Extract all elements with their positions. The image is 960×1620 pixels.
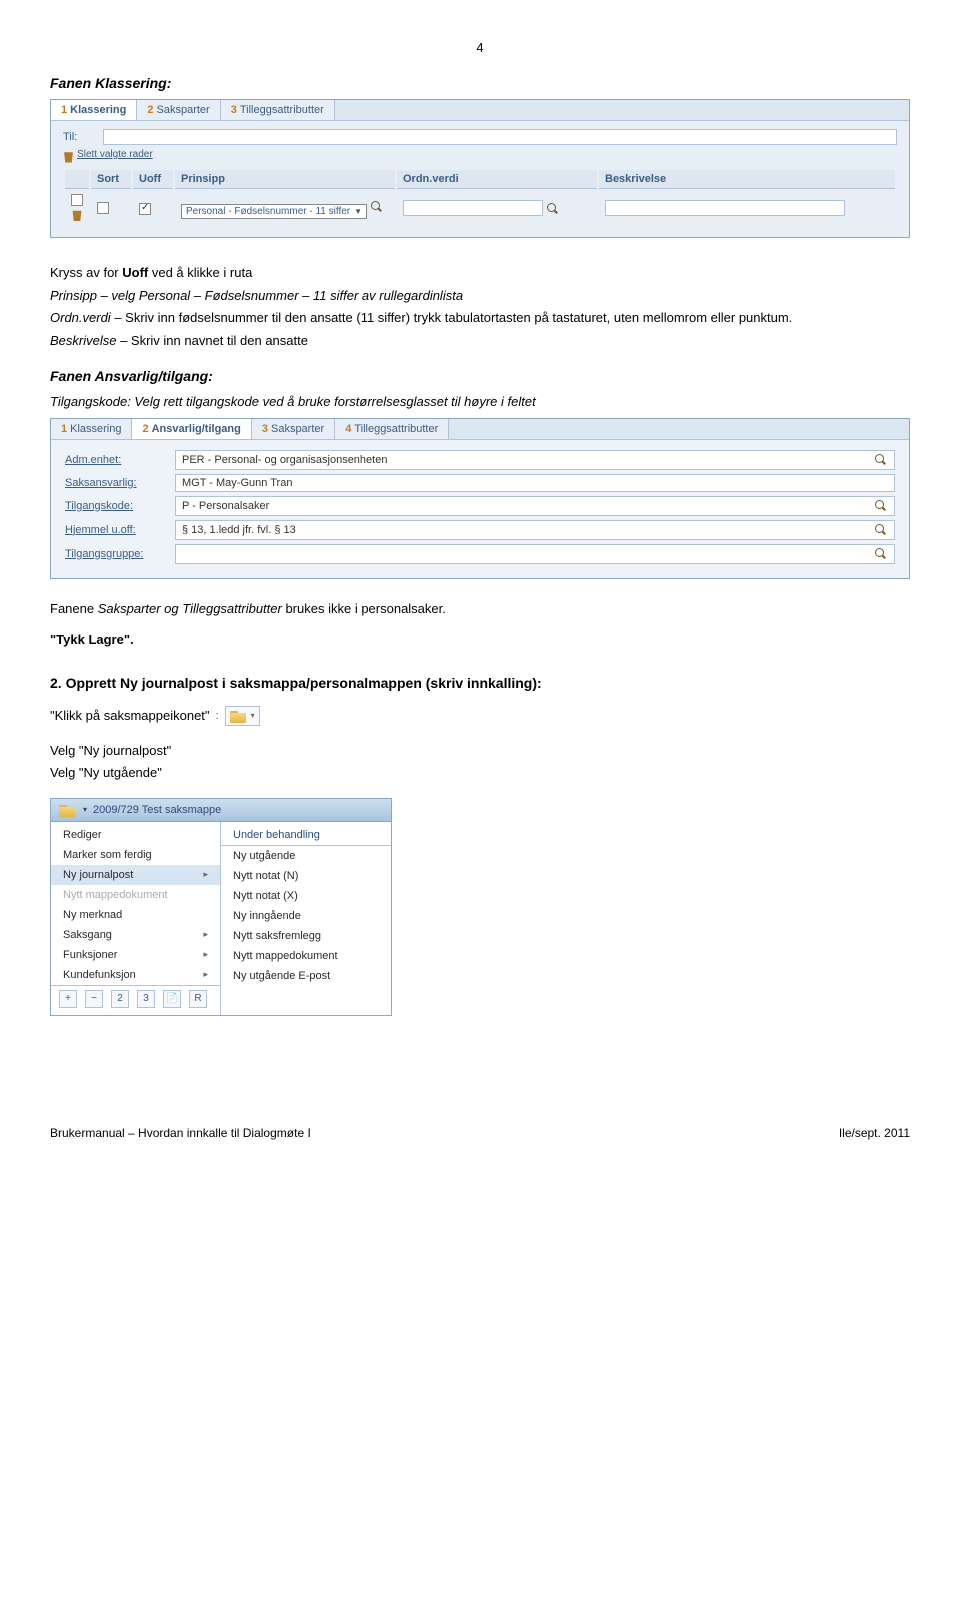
- menu-item-ny-utgaaende[interactable]: Ny utgående: [221, 846, 391, 866]
- tab-tilleggsattributter[interactable]: 3Tilleggsattributter: [221, 100, 335, 120]
- page-footer: Brukermanual – Hvordan innkalle til Dial…: [50, 1126, 910, 1140]
- search-icon[interactable]: [546, 202, 560, 216]
- menu-item-ny-merknad[interactable]: Ny merknad: [51, 905, 220, 925]
- label-tilgangskode: Tilgangskode:: [65, 500, 175, 512]
- tab-row-1: 1Klassering 2Saksparter 3Tilleggsattribu…: [51, 100, 909, 121]
- tab-ansvarlig-tilgang[interactable]: 2Ansvarlig/tilgang: [132, 419, 251, 439]
- paragraph-klikk-saksmappeikon: "Klikk på saksmappeikonet": [50, 708, 210, 723]
- submenu-arrow-icon: ▸: [203, 929, 208, 940]
- menu-item-kundefunksjon[interactable]: Kundefunksjon▸: [51, 965, 220, 985]
- paragraph-tykk-lagre: "Tykk Lagre".: [50, 630, 910, 650]
- menu-titlebar[interactable]: ▾ 2009/729 Test saksmappe: [51, 799, 391, 822]
- menu-item-nytt-notat-n[interactable]: Nytt notat (N): [221, 866, 391, 886]
- row-checkbox[interactable]: [71, 194, 83, 206]
- menu-item-ny-utgaaende-epost[interactable]: Ny utgående E-post: [221, 966, 391, 986]
- paragraph-velg-utgaaende: Velg "Ny utgående": [50, 763, 910, 783]
- label-tilgangsgruppe: Tilgangsgruppe:: [65, 548, 175, 560]
- delete-selected-rows[interactable]: Slett valgte rader: [63, 149, 897, 164]
- menu-item-nytt-mappedokument: Nytt mappedokument: [51, 885, 220, 905]
- search-icon[interactable]: [874, 547, 888, 561]
- paragraph-velg-journalpost: Velg "Ny journalpost": [50, 741, 910, 761]
- menu-left-column: Rediger Marker som ferdig Ny journalpost…: [51, 822, 221, 1015]
- folder-icon: [230, 709, 248, 723]
- submenu-arrow-icon: ▸: [203, 969, 208, 980]
- heading-section-2: 2. Opprett Ny journalpost i saksmappa/pe…: [50, 675, 910, 691]
- tab-saksparter[interactable]: 2Saksparter: [137, 100, 220, 120]
- col-ordnverdi: Ordn.verdi: [397, 170, 597, 189]
- screenshot-ansvarlig: 1Klassering 2Ansvarlig/tilgang 3Sakspart…: [50, 418, 910, 579]
- foot-btn-2[interactable]: 2: [111, 990, 129, 1008]
- label-admenhet: Adm.enhet:: [65, 454, 175, 466]
- til-label: Til:: [63, 131, 103, 143]
- label-hjemmel: Hjemmel u.off:: [65, 524, 175, 536]
- tab-klassering[interactable]: 1Klassering: [51, 100, 137, 120]
- menu-item-saksgang[interactable]: Saksgang▸: [51, 925, 220, 945]
- uoff-checkbox[interactable]: [139, 203, 151, 215]
- table-row: Personal - Fødselsnummer - 11 siffer▼: [65, 191, 895, 227]
- menu-status: Under behandling: [221, 825, 391, 846]
- dropdown-arrow-icon: ▾: [83, 805, 87, 814]
- folder-icon: [59, 803, 77, 817]
- heading-ansvarlig: Fanen Ansvarlig/tilgang:: [50, 368, 910, 384]
- menu-item-ny-journalpost[interactable]: Ny journalpost▸: [51, 865, 220, 885]
- search-icon[interactable]: [874, 453, 888, 467]
- paragraph-tilgangskode: Tilgangskode: Velg rett tilgangskode ved…: [50, 392, 910, 412]
- menu-item-nytt-notat-x[interactable]: Nytt notat (X): [221, 886, 391, 906]
- paragraph-fanene-notused: Fanene Saksparter og Tilleggsattributter…: [50, 599, 910, 619]
- menu-item-ny-inngaaende[interactable]: Ny inngående: [221, 906, 391, 926]
- input-tilgangsgruppe[interactable]: [175, 544, 895, 564]
- screenshot-klassering: 1Klassering 2Saksparter 3Tilleggsattribu…: [50, 99, 910, 238]
- til-input[interactable]: [103, 129, 897, 145]
- paragraph-klassering-instructions: Kryss av for Uoff ved å klikke i ruta Pr…: [50, 263, 910, 350]
- ordnverdi-input[interactable]: [403, 200, 543, 216]
- col-beskrivelse: Beskrivelse: [599, 170, 895, 189]
- menu-right-column: Under behandling Ny utgående Nytt notat …: [221, 822, 391, 1015]
- trash-icon: [63, 151, 74, 163]
- prinsipp-select[interactable]: Personal - Fødselsnummer - 11 siffer▼: [181, 204, 367, 219]
- foot-btn-r[interactable]: R: [189, 990, 207, 1008]
- sort-checkbox[interactable]: [97, 202, 109, 214]
- footer-left: Brukermanual – Hvordan innkalle til Dial…: [50, 1126, 311, 1140]
- footer-right: Ile/sept. 2011: [839, 1126, 910, 1140]
- submenu-arrow-icon: ▸: [203, 949, 208, 960]
- foot-btn-pdf[interactable]: 📄: [163, 990, 181, 1008]
- foot-btn-expand[interactable]: +: [59, 990, 77, 1008]
- case-title: 2009/729 Test saksmappe: [93, 804, 221, 816]
- heading-klassering: Fanen Klassering:: [50, 75, 910, 91]
- menu-item-nytt-saksfremlegg[interactable]: Nytt saksfremlegg: [221, 926, 391, 946]
- search-icon[interactable]: [370, 200, 384, 214]
- menu-item-funksjoner[interactable]: Funksjoner▸: [51, 945, 220, 965]
- foot-btn-collapse[interactable]: −: [85, 990, 103, 1008]
- search-icon[interactable]: [874, 523, 888, 537]
- col-sort: Sort: [91, 170, 131, 189]
- row-trash-icon[interactable]: [72, 209, 83, 221]
- col-prinsipp: Prinsipp: [175, 170, 395, 189]
- menu-item-marker-ferdig[interactable]: Marker som ferdig: [51, 845, 220, 865]
- menu-item-nytt-mappedokument-2[interactable]: Nytt mappedokument: [221, 946, 391, 966]
- label-saksansvarlig: Saksansvarlig:: [65, 477, 175, 489]
- input-saksansvarlig[interactable]: MGT - May-Gunn Tran: [175, 474, 895, 492]
- beskrivelse-input[interactable]: [605, 200, 845, 216]
- saksmappe-icon-button[interactable]: ▾: [225, 706, 260, 726]
- tab-klassering-2[interactable]: 1Klassering: [51, 419, 132, 439]
- menu-item-rediger[interactable]: Rediger: [51, 825, 220, 845]
- klassering-table: Sort Uoff Prinsipp Ordn.verdi Beskrivels…: [63, 168, 897, 229]
- search-icon[interactable]: [874, 499, 888, 513]
- dropdown-arrow-icon: ▾: [251, 711, 255, 720]
- tab-row-2: 1Klassering 2Ansvarlig/tilgang 3Sakspart…: [51, 419, 909, 440]
- tab-tilleggsattributter-2[interactable]: 4Tilleggsattributter: [335, 419, 449, 439]
- tab-saksparter-2[interactable]: 3Saksparter: [252, 419, 335, 439]
- col-uoff: Uoff: [133, 170, 173, 189]
- foot-btn-3[interactable]: 3: [137, 990, 155, 1008]
- submenu-arrow-icon: ▸: [203, 869, 208, 880]
- page-number: 4: [50, 40, 910, 55]
- input-admenhet[interactable]: PER - Personal- og organisasjonsenheten: [175, 450, 895, 470]
- menu-footer-toolbar: + − 2 3 📄 R: [51, 985, 220, 1012]
- input-hjemmel[interactable]: § 13, 1.ledd jfr. fvl. § 13: [175, 520, 895, 540]
- input-tilgangskode[interactable]: P - Personalsaker: [175, 496, 895, 516]
- screenshot-context-menu: ▾ 2009/729 Test saksmappe Rediger Marker…: [50, 798, 392, 1016]
